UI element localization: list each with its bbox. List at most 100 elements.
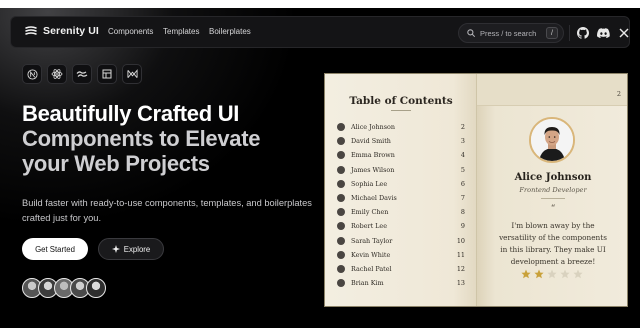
x-twitter-icon[interactable] — [617, 26, 630, 39]
toc-item[interactable]: Robert Lee 9 — [337, 219, 465, 233]
sparkle-icon — [111, 245, 120, 253]
search-shortcut-key: / — [546, 27, 558, 39]
toc-item-name: Emma Brown — [351, 151, 395, 160]
search-icon — [467, 29, 475, 37]
toc-item-name: Emily Chen — [351, 208, 389, 217]
avatar — [337, 250, 345, 259]
hero-subtitle: Build faster with ready-to-use component… — [22, 198, 312, 223]
avatar — [337, 123, 345, 132]
toc-item[interactable]: Sophia Lee 6 — [337, 177, 465, 191]
toc-item[interactable]: Michael Davis 7 — [337, 191, 465, 205]
toc-item-page: 12 — [456, 264, 465, 273]
nav-link-templates[interactable]: Templates — [163, 27, 199, 36]
toc-item-name: Rachel Patel — [351, 264, 392, 273]
toc-item-name: James Wilson — [351, 165, 395, 174]
book-right-page: 2 Alice Johnson Frontend Developer “ I'm… — [477, 74, 627, 306]
toc-item-page: 11 — [456, 250, 465, 259]
navbar: Serenity UI Components Templates Boilerp… — [10, 16, 630, 48]
avatar — [337, 208, 345, 217]
toc-item-page: 10 — [456, 236, 465, 245]
star-rating — [521, 269, 583, 279]
toc-item-page: 3 — [460, 137, 465, 146]
brand[interactable]: Serenity UI — [25, 25, 99, 37]
profile-photo — [529, 117, 575, 163]
toc-divider — [391, 110, 411, 111]
brand-logo-icon — [25, 26, 37, 35]
toc-item-page: 8 — [460, 208, 465, 217]
book-left-page: Table of Contents Alice Johnson 2 David S… — [325, 74, 477, 306]
toc-item-name: David Smith — [351, 137, 391, 146]
avatar — [337, 165, 345, 174]
avatar — [337, 137, 345, 146]
toc-item[interactable]: David Smith 3 — [337, 134, 465, 148]
avatar — [337, 279, 345, 288]
avatar — [337, 264, 345, 273]
quote-icon: “ — [550, 204, 556, 214]
framer-motion-icon — [122, 64, 142, 84]
get-started-button[interactable]: Get Started — [22, 238, 88, 260]
role-divider — [541, 198, 565, 199]
toc-list: Alice Johnson 2 David Smith 3 Emma Brown 4 … — [337, 120, 465, 290]
toc-item[interactable]: Emily Chen 8 — [337, 205, 465, 219]
star-empty-icon — [573, 269, 583, 279]
search-placeholder: Press / to search — [480, 28, 537, 38]
headline-line-3: your Web Projects — [22, 151, 210, 176]
page-number: 2 — [616, 90, 621, 98]
toc-item-name: Robert Lee — [351, 222, 387, 231]
toc-item-name: Michael Davis — [351, 194, 397, 203]
star-filled-icon — [521, 269, 531, 279]
toc-item[interactable]: Sarah Taylor 10 — [337, 234, 465, 248]
nextjs-icon — [22, 64, 42, 84]
brand-name: Serenity UI — [43, 25, 99, 37]
tailwind-icon — [72, 64, 92, 84]
headline-line-1: Beautifully Crafted UI — [22, 101, 240, 126]
toc-item[interactable]: Alice Johnson 2 — [337, 120, 465, 134]
explore-label: Explore — [123, 244, 151, 254]
shadcn-icon — [97, 64, 117, 84]
toc-title: Table of Contents — [349, 95, 453, 107]
nav-divider — [569, 25, 570, 41]
toc-item-name: Kevin White — [351, 250, 391, 259]
tech-stack-icons — [22, 64, 142, 84]
discord-icon[interactable] — [597, 26, 610, 39]
toc-item-name: Brian Kim — [351, 279, 384, 288]
avatar — [86, 278, 106, 298]
avatar — [337, 151, 345, 160]
toc-item-page: 9 — [460, 222, 465, 231]
explore-button[interactable]: Explore — [98, 238, 164, 260]
hero-section: Serenity UI Components Templates Boilerp… — [0, 8, 640, 328]
toc-item-name: Sarah Taylor — [351, 236, 393, 245]
toc-item-page: 5 — [460, 165, 465, 174]
avatar — [337, 194, 345, 203]
headline-line-2: Components to Elevate — [22, 126, 261, 151]
person-name: Alice Johnson — [514, 172, 592, 183]
toc-item-page: 4 — [460, 151, 465, 160]
react-icon — [47, 64, 67, 84]
search-box[interactable]: Press / to search / — [458, 23, 564, 43]
toc-item-page: 13 — [456, 279, 465, 288]
github-icon[interactable] — [576, 26, 589, 39]
person-role: Frontend Developer — [519, 186, 587, 194]
avatar — [337, 236, 345, 245]
toc-item-page: 7 — [460, 194, 465, 203]
hero-headline: Beautifully Crafted UI Components to Ele… — [22, 101, 312, 176]
nav-link-boilerplates[interactable]: Boilerplates — [209, 27, 251, 36]
toc-item[interactable]: Rachel Patel 12 — [337, 262, 465, 276]
star-filled-icon — [534, 269, 544, 279]
nav-link-components[interactable]: Components — [108, 27, 153, 36]
toc-item[interactable]: Brian Kim 13 — [337, 276, 465, 290]
user-avatars — [22, 278, 106, 298]
star-empty-icon — [560, 269, 570, 279]
star-empty-icon — [547, 269, 557, 279]
testimonial-book[interactable]: Table of Contents Alice Johnson 2 David S… — [324, 73, 628, 307]
avatar — [337, 179, 345, 188]
avatar — [337, 222, 345, 231]
toc-item[interactable]: Kevin White 11 — [337, 248, 465, 262]
toc-item-page: 2 — [460, 123, 465, 132]
page-header-band — [477, 74, 627, 106]
toc-item-name: Alice Johnson — [351, 123, 395, 132]
toc-item-page: 6 — [460, 179, 465, 188]
toc-item[interactable]: Emma Brown 4 — [337, 148, 465, 162]
toc-item[interactable]: James Wilson 5 — [337, 163, 465, 177]
testimonial-quote: I'm blown away by the versatility of the… — [499, 221, 607, 266]
